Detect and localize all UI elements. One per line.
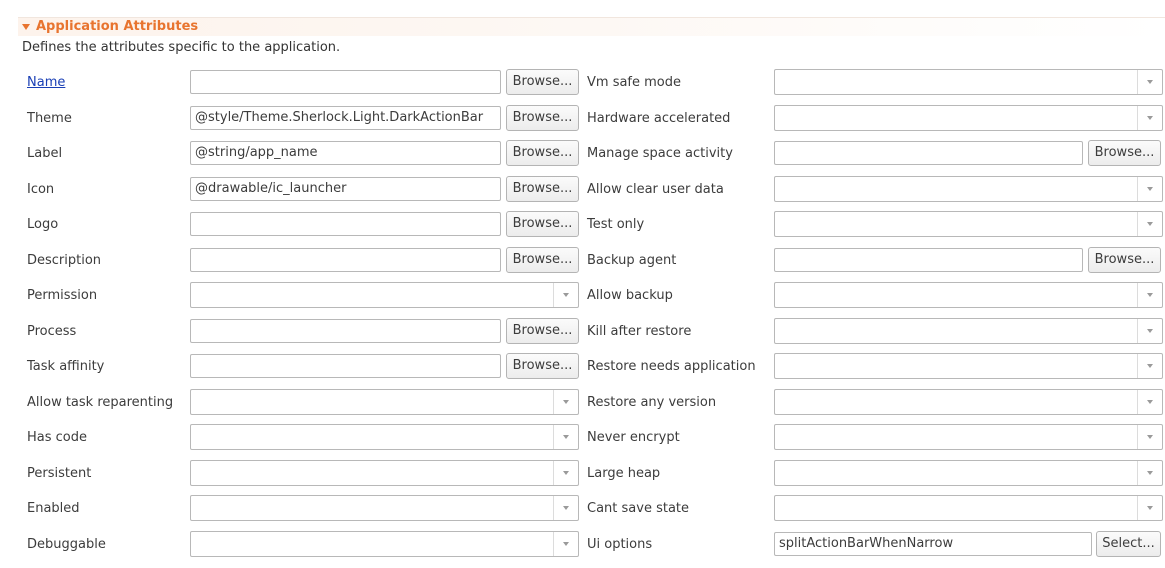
- task-affinity-input[interactable]: [190, 354, 501, 378]
- never-encrypt-dropdown[interactable]: [774, 424, 1163, 450]
- never-encrypt-label: Never encrypt: [587, 430, 680, 445]
- label-browse-button[interactable]: Browse...: [506, 140, 579, 166]
- test-only-label: Test only: [587, 217, 645, 232]
- chevron-down-icon: [1137, 354, 1162, 378]
- large-heap-dropdown[interactable]: [774, 459, 1163, 486]
- persistent-dropdown[interactable]: [190, 459, 579, 486]
- icon-label: Icon: [27, 181, 55, 197]
- allow-clear-user-data-label: Allow clear user data: [587, 181, 724, 197]
- process-input[interactable]: [190, 318, 501, 343]
- chevron-down-icon: [1137, 389, 1162, 414]
- process-label: Process: [27, 323, 77, 339]
- chevron-down-icon: [1137, 105, 1162, 130]
- chevron-down-icon: [553, 531, 578, 556]
- allow-task-reparenting-label: Allow task reparenting: [27, 394, 174, 410]
- chevron-down-icon: [1137, 425, 1162, 449]
- allow-clear-user-data-dropdown[interactable]: [774, 175, 1163, 202]
- theme-label: Theme: [27, 110, 72, 126]
- label-label: Label: [27, 146, 63, 161]
- expand-triangle-icon: [22, 23, 30, 30]
- name-input[interactable]: [190, 70, 501, 94]
- debuggable-dropdown[interactable]: [190, 530, 579, 557]
- manage-space-activity-input[interactable]: [774, 141, 1083, 165]
- section-description: Defines the attributes specific to the a…: [22, 40, 341, 55]
- chevron-down-icon: [553, 283, 578, 307]
- ui-options-input[interactable]: splitActionBarWhenNarrow: [774, 531, 1092, 556]
- task-affinity-label: Task affinity: [27, 359, 105, 374]
- chevron-down-icon: [553, 496, 578, 520]
- logo-input[interactable]: [190, 212, 501, 236]
- backup-agent-label: Backup agent: [587, 252, 677, 268]
- hardware-accelerated-dropdown[interactable]: [774, 104, 1163, 131]
- theme-browse-button[interactable]: Browse...: [506, 104, 579, 131]
- logo-browse-button[interactable]: Browse...: [506, 211, 579, 237]
- allow-backup-label: Allow backup: [587, 288, 673, 303]
- cant-save-state-label: Cant save state: [587, 501, 690, 516]
- kill-after-restore-dropdown[interactable]: [774, 317, 1163, 344]
- chevron-down-icon: [1137, 318, 1162, 343]
- chevron-down-icon: [553, 425, 578, 449]
- allow-task-reparenting-dropdown[interactable]: [190, 388, 579, 415]
- permission-dropdown[interactable]: [190, 282, 579, 308]
- logo-label: Logo: [27, 217, 59, 232]
- hardware-accelerated-label: Hardware accelerated: [587, 110, 731, 126]
- enabled-label: Enabled: [27, 501, 80, 516]
- test-only-dropdown[interactable]: [774, 211, 1163, 237]
- theme-input[interactable]: @style/Theme.Sherlock.Light.DarkActionBa…: [190, 105, 501, 130]
- allow-backup-dropdown[interactable]: [774, 282, 1163, 308]
- chevron-down-icon: [1137, 496, 1162, 520]
- chevron-down-icon: [553, 460, 578, 485]
- has-code-label: Has code: [27, 430, 87, 445]
- section-title: Application Attributes: [36, 19, 199, 34]
- description-browse-button[interactable]: Browse...: [506, 246, 579, 273]
- restore-needs-application-dropdown[interactable]: [774, 353, 1163, 379]
- task-affinity-browse-button[interactable]: Browse...: [506, 353, 579, 379]
- name-label[interactable]: Name: [27, 70, 65, 96]
- chevron-down-icon: [1137, 212, 1162, 236]
- description-input[interactable]: [190, 247, 501, 272]
- vm-safe-mode-label: Vm safe mode: [587, 75, 682, 90]
- vm-safe-mode-dropdown[interactable]: [774, 69, 1163, 95]
- debuggable-label: Debuggable: [27, 536, 106, 552]
- kill-after-restore-label: Kill after restore: [587, 323, 692, 339]
- ui-options-label: Ui options: [587, 536, 653, 552]
- chevron-down-icon: [1137, 283, 1162, 307]
- label-input[interactable]: @string/app_name: [190, 141, 501, 165]
- manage-space-activity-label: Manage space activity: [587, 146, 733, 161]
- large-heap-label: Large heap: [587, 465, 661, 481]
- has-code-dropdown[interactable]: [190, 424, 579, 450]
- chevron-down-icon: [1137, 176, 1162, 201]
- backup-agent-browse-button[interactable]: Browse...: [1088, 246, 1161, 273]
- persistent-label: Persistent: [27, 465, 92, 481]
- description-label: Description: [27, 252, 102, 268]
- cant-save-state-dropdown[interactable]: [774, 495, 1163, 521]
- process-browse-button[interactable]: Browse...: [506, 317, 579, 344]
- name-browse-button[interactable]: Browse...: [506, 69, 579, 95]
- backup-agent-input[interactable]: [774, 247, 1083, 272]
- chevron-down-icon: [553, 389, 578, 414]
- section-toggle[interactable]: Application Attributes: [22, 19, 198, 34]
- chevron-down-icon: [1137, 460, 1162, 485]
- icon-input[interactable]: @drawable/ic_launcher: [190, 176, 501, 201]
- restore-any-version-label: Restore any version: [587, 394, 717, 410]
- icon-browse-button[interactable]: Browse...: [506, 175, 579, 202]
- ui-options-select-button[interactable]: Select...: [1096, 530, 1161, 557]
- manage-space-activity-browse-button[interactable]: Browse...: [1088, 140, 1161, 166]
- restore-needs-application-label: Restore needs application: [587, 359, 756, 374]
- enabled-dropdown[interactable]: [190, 495, 579, 521]
- permission-label: Permission: [27, 288, 98, 303]
- restore-any-version-dropdown[interactable]: [774, 388, 1163, 415]
- chevron-down-icon: [1137, 70, 1162, 94]
